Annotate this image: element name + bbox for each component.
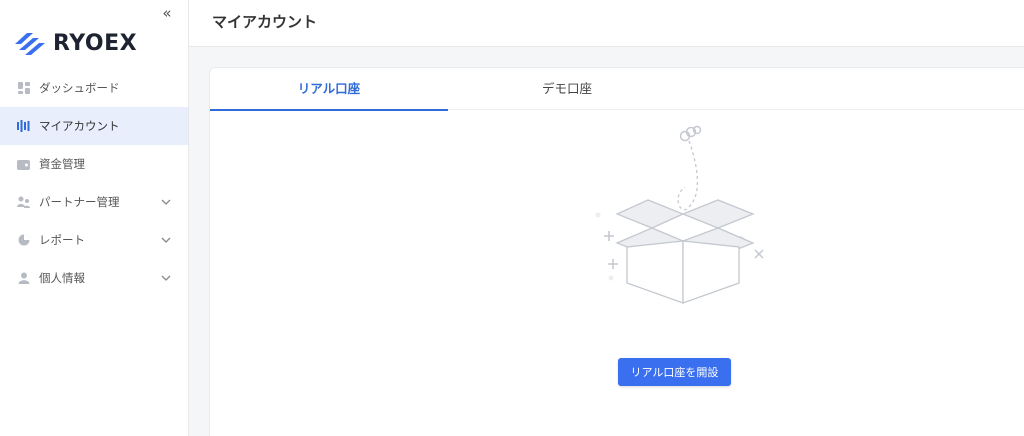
sidebar-item-reports[interactable]: レポート bbox=[0, 221, 188, 259]
user-icon bbox=[17, 272, 30, 285]
sidebar-item-label: パートナー管理 bbox=[39, 195, 120, 209]
sidebar-item-partners[interactable]: パートナー管理 bbox=[0, 183, 188, 221]
brand-mark-icon bbox=[15, 33, 45, 55]
sidebar-item-label: マイアカウント bbox=[39, 119, 120, 133]
partners-icon bbox=[17, 196, 30, 209]
pie-chart-icon bbox=[17, 234, 30, 247]
sidebar-item-label: レポート bbox=[39, 233, 85, 247]
top-header: マイアカウント bbox=[189, 0, 1024, 47]
sidebar-nav: ダッシュボード マイアカウント 資金管理 パートナー管理 レポート 個人情報 bbox=[0, 69, 188, 297]
sidebar-item-label: 個人情報 bbox=[39, 271, 85, 285]
chevron-down-icon bbox=[161, 199, 171, 205]
sidebar-item-my-account[interactable]: マイアカウント bbox=[0, 107, 188, 145]
sidebar-item-dashboard[interactable]: ダッシュボード bbox=[0, 69, 188, 107]
brand-logo[interactable]: RYOEX bbox=[13, 30, 137, 56]
page-title: マイアカウント bbox=[212, 13, 318, 31]
sidebar-item-label: 資金管理 bbox=[39, 157, 85, 171]
chevron-down-icon bbox=[161, 237, 171, 243]
sidebar-item-personal-info[interactable]: 個人情報 bbox=[0, 259, 188, 297]
dashboard-icon bbox=[17, 82, 30, 95]
empty-box-icon bbox=[595, 125, 764, 304]
account-icon bbox=[17, 120, 30, 133]
account-tabs: リアル口座 デモ口座 bbox=[210, 68, 1024, 111]
sidebar-item-label: ダッシュボード bbox=[39, 81, 120, 95]
collapse-sidebar-icon[interactable]: « bbox=[158, 5, 176, 21]
sidebar-item-funds[interactable]: 資金管理 bbox=[0, 145, 188, 183]
tab-real-account[interactable]: リアル口座 bbox=[210, 68, 448, 111]
brand-name: RYOEX bbox=[53, 30, 138, 56]
sidebar: « RYOEX ダッシュボード マイアカウント 資金管理 パートナー管理 レポー… bbox=[0, 0, 189, 436]
account-card: リアル口座 デモ口座 リアル口座を開設 bbox=[209, 67, 1024, 436]
tab-demo-account[interactable]: デモ口座 bbox=[448, 68, 686, 110]
open-real-account-button[interactable]: リアル口座を開設 bbox=[618, 358, 731, 386]
wallet-icon bbox=[17, 158, 30, 171]
chevron-down-icon bbox=[161, 275, 171, 281]
